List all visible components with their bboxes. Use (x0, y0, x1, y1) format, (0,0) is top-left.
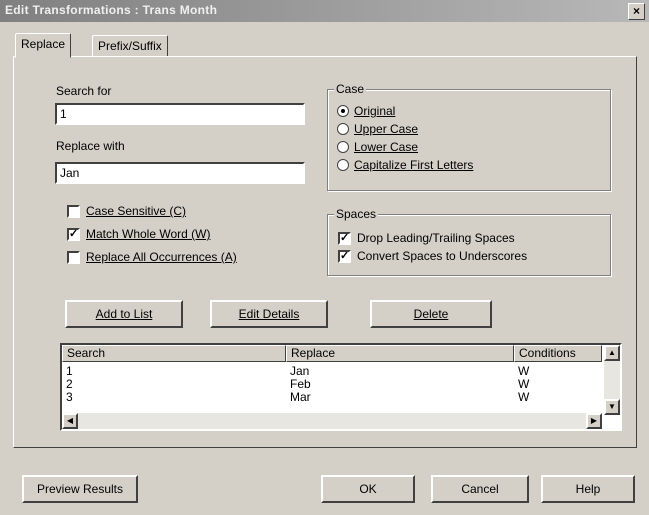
replace-input[interactable]: Jan (55, 162, 305, 184)
checkbox-case-sensitive[interactable]: Case Sensitive (C) (67, 204, 186, 218)
radio-original[interactable]: Original (337, 104, 395, 118)
checkbox-replace-all[interactable]: Replace All Occurrences (A) (67, 250, 237, 264)
radio-capitalize-label: Capitalize First Letters (354, 158, 474, 172)
cell-replace: Feb (290, 377, 311, 391)
add-to-list-button[interactable]: Add to List (65, 300, 183, 328)
radio-unselected-icon (337, 123, 349, 135)
cell-conditions: W (518, 390, 530, 404)
header-conditions[interactable]: Conditions (514, 345, 602, 362)
search-input[interactable]: 1 (55, 103, 305, 125)
radio-lower-case-label: Lower Case (354, 140, 419, 154)
preview-results-button[interactable]: Preview Results (22, 475, 138, 503)
radio-capitalize[interactable]: Capitalize First Letters (337, 158, 473, 172)
match-whole-word-label: Match Whole Word (W) (86, 227, 211, 241)
help-button[interactable]: Help (541, 475, 635, 503)
delete-button[interactable]: Delete (370, 300, 492, 328)
case-group-title: Case (334, 82, 367, 96)
cell-search: 3 (66, 390, 73, 404)
replace-label: Replace with (56, 139, 125, 153)
radio-upper-case-label: Upper Case (354, 122, 419, 136)
cancel-button[interactable]: Cancel (431, 475, 529, 503)
checkbox-drop-spaces[interactable]: ✓ Drop Leading/Trailing Spaces (338, 231, 515, 245)
radio-unselected-icon (337, 141, 349, 153)
checkbox-checked-icon: ✓ (67, 227, 80, 241)
tab-prefix-suffix[interactable]: Prefix/Suffix (92, 35, 168, 57)
radio-unselected-icon (337, 159, 349, 171)
cell-replace: Mar (290, 390, 311, 404)
cell-conditions: W (518, 377, 530, 391)
convert-spaces-label: Convert Spaces to Underscores (357, 249, 528, 263)
window-title: Edit Transformations : Trans Month (5, 3, 218, 17)
cell-replace: Jan (290, 364, 310, 378)
spaces-group: Spaces ✓ Drop Leading/Trailing Spaces ✓ … (327, 207, 611, 276)
scroll-down-button[interactable]: ▼ (604, 399, 620, 415)
arrow-right-icon: ▶ (590, 416, 598, 425)
checkbox-match-whole-word[interactable]: ✓ Match Whole Word (W) (67, 227, 210, 241)
checkbox-checked-icon: ✓ (338, 231, 351, 245)
close-button[interactable]: × (628, 3, 645, 20)
arrow-down-icon: ▼ (608, 402, 616, 411)
edit-details-button[interactable]: Edit Details (210, 300, 328, 328)
scroll-up-button[interactable]: ▲ (604, 345, 620, 361)
close-icon: × (632, 4, 640, 18)
spaces-group-title: Spaces (334, 207, 379, 221)
arrow-left-icon: ◀ (66, 416, 74, 425)
checkbox-unchecked-icon (67, 250, 80, 264)
radio-lower-case[interactable]: Lower Case (337, 140, 418, 154)
replace-all-label: Replace All Occurrences (A) (86, 250, 237, 264)
title-bar: Edit Transformations : Trans Month × (0, 0, 649, 22)
tab-replace[interactable]: Replace (15, 33, 72, 58)
case-sensitive-label: Case Sensitive (C) (86, 204, 187, 218)
cell-conditions: W (518, 364, 530, 378)
horizontal-scrollbar[interactable]: ◀ ▶ (62, 413, 602, 429)
header-replace[interactable]: Replace (286, 345, 514, 362)
radio-selected-icon (337, 105, 349, 117)
drop-spaces-label: Drop Leading/Trailing Spaces (357, 231, 515, 245)
arrow-up-icon: ▲ (608, 348, 616, 357)
cell-search: 2 (66, 377, 73, 391)
scroll-right-button[interactable]: ▶ (586, 413, 602, 429)
checkbox-convert-spaces[interactable]: ✓ Convert Spaces to Underscores (338, 249, 527, 263)
transformations-table[interactable]: Search Replace Conditions 1 Jan W 2 Feb … (60, 343, 622, 431)
scroll-left-button[interactable]: ◀ (62, 413, 78, 429)
checkbox-unchecked-icon (67, 204, 80, 218)
cell-search: 1 (66, 364, 73, 378)
case-group: Case Original Upper Case Lower Case Capi… (327, 82, 611, 191)
header-search[interactable]: Search (62, 345, 286, 362)
table-header: Search Replace Conditions (62, 345, 602, 362)
radio-original-label: Original (354, 104, 396, 118)
checkbox-checked-icon: ✓ (338, 249, 351, 263)
radio-upper-case[interactable]: Upper Case (337, 122, 418, 136)
search-label: Search for (56, 84, 112, 98)
ok-button[interactable]: OK (321, 475, 415, 503)
vertical-scrollbar[interactable]: ▲ ▼ (604, 345, 620, 415)
